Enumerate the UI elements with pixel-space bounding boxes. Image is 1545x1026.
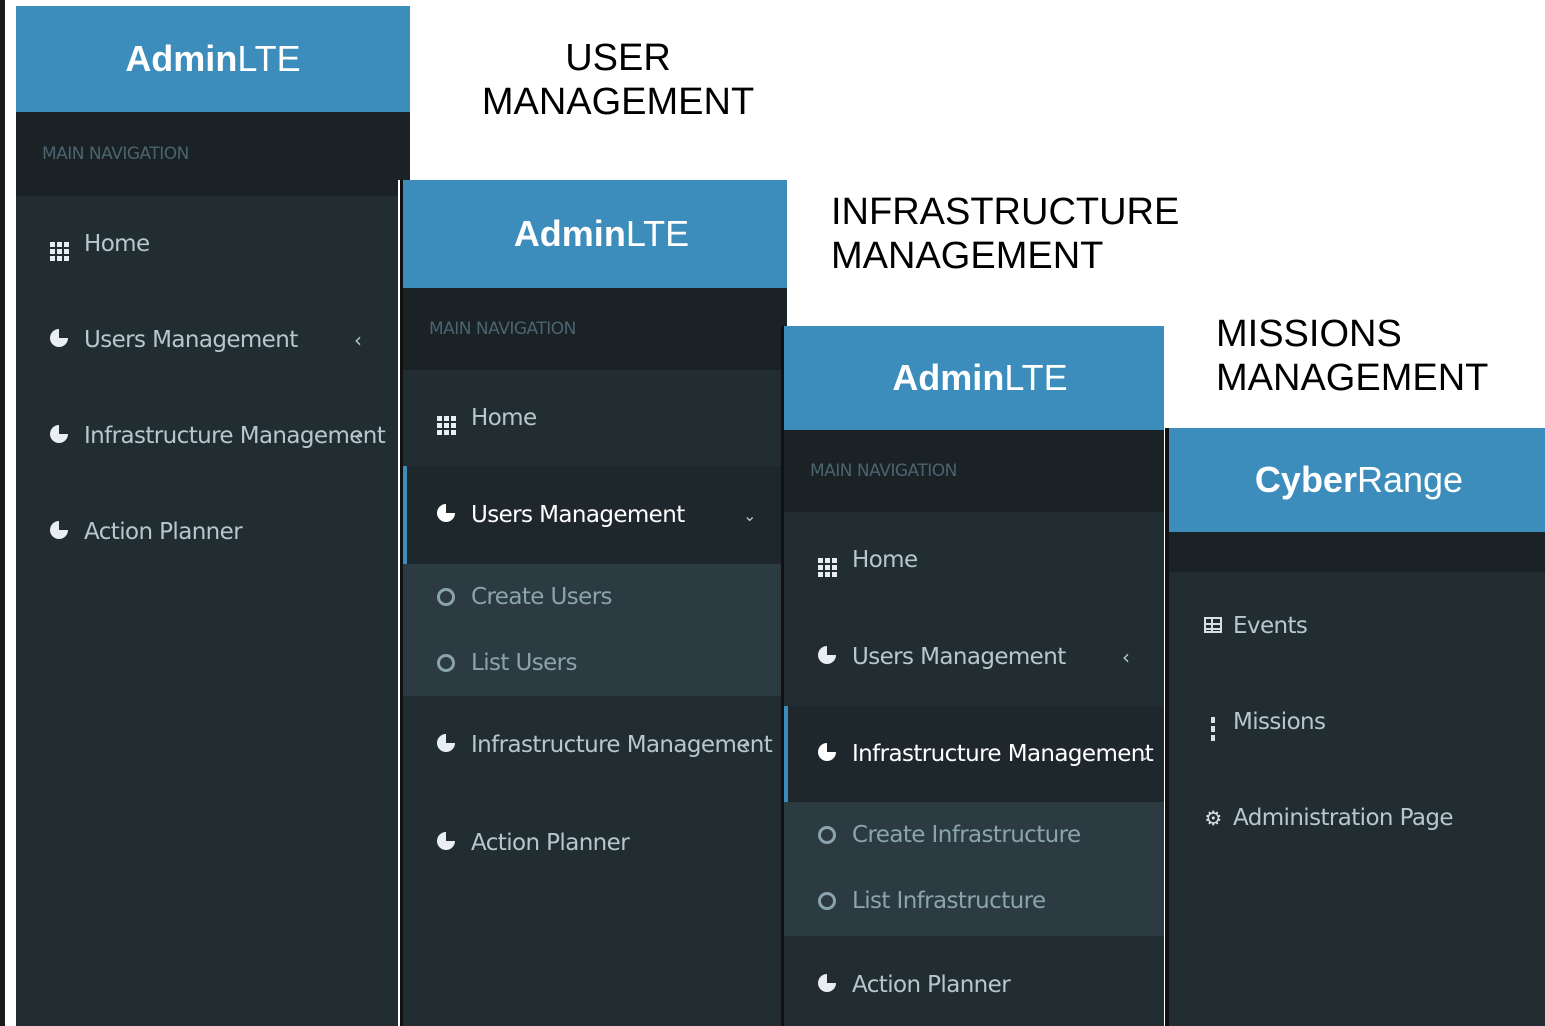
submenu-infrastructure: Create Infrastructure List Infrastructur… (784, 802, 1164, 936)
sidebar-item-label: Action Planner (471, 830, 630, 856)
table-icon (1203, 614, 1223, 639)
sidebar-panel-2: Admin LTE MAIN NAVIGATION Home Users Mana… (400, 180, 787, 1026)
pie-chart-icon (433, 831, 459, 856)
brand-logo[interactable]: Admin LTE (403, 180, 787, 288)
sidebar-item-users-management[interactable]: Users Management ‹ (784, 608, 1164, 706)
sidebar-item-home[interactable]: Home (403, 370, 787, 466)
caption-user-management: USER MANAGEMENT (458, 36, 778, 124)
gears-icon: ⚙ (1204, 806, 1222, 830)
sidebar-item-label: Infrastructure Management (471, 732, 773, 758)
grid-icon (46, 228, 72, 261)
submenu-item-label: List Users (471, 650, 578, 676)
sidebar-item-label: Administration Page (1233, 805, 1454, 831)
sidebar-item-label: Users Management (84, 327, 298, 353)
brand-bold: Admin (513, 213, 626, 254)
pie-chart-icon (433, 733, 459, 758)
circle-icon (818, 826, 836, 844)
sidebar-item-users-management[interactable]: Users Management ⌄ (403, 466, 787, 564)
chevron-left-icon: ‹ (1122, 645, 1130, 669)
grid-icon (433, 402, 459, 435)
pie-chart-icon (814, 742, 840, 767)
nav-header: MAIN NAVIGATION (403, 288, 787, 370)
caption-missions-management: MISSIONS MANAGEMENT (1216, 312, 1488, 400)
sidebar-item-label: Users Management (471, 502, 685, 528)
sidebar-item-label: Home (84, 231, 150, 257)
sidebar-item-label: Missions (1233, 709, 1326, 735)
sidebar-item-action-planner[interactable]: Action Planner (16, 484, 410, 580)
pie-chart-icon (814, 645, 840, 670)
sidebar-panel-4: Cyber Range Events Missions ⚙ Administrat… (1165, 428, 1545, 1026)
sidebar-item-home[interactable]: Home (16, 196, 410, 292)
sidebar-item-home[interactable]: Home (784, 512, 1164, 608)
submenu-users: Create Users List Users (403, 564, 787, 696)
sidebar-item-label: Home (852, 547, 918, 573)
sidebar-item-label: Action Planner (84, 519, 243, 545)
submenu-item-create-infrastructure[interactable]: Create Infrastructure (784, 802, 1164, 868)
submenu-item-label: List Infrastructure (852, 888, 1046, 914)
chevron-down-icon: ⌄ (1138, 744, 1151, 764)
circle-icon (437, 588, 455, 606)
pie-chart-icon (433, 503, 459, 528)
sidebar-item-administration-page[interactable]: ⚙ Administration Page (1169, 770, 1545, 866)
caption-line: INFRASTRUCTURE (831, 191, 1180, 233)
sidebar-item-events[interactable]: Events (1169, 578, 1545, 674)
submenu-item-list-infrastructure[interactable]: List Infrastructure (784, 868, 1164, 934)
sidebar-item-label: Users Management (852, 644, 1066, 670)
submenu-item-label: Create Users (471, 584, 613, 610)
caption-infrastructure-management: INFRASTRUCTURE MANAGEMENT (831, 190, 1179, 278)
brand-light: LTE (237, 38, 301, 79)
sidebar-item-label: Infrastructure Management (84, 423, 386, 449)
chevron-left-icon: ‹ (354, 328, 362, 352)
circle-icon (437, 654, 455, 672)
submenu-item-list-users[interactable]: List Users (403, 630, 787, 696)
pie-chart-icon (46, 424, 72, 449)
caption-line: MISSIONS (1216, 313, 1402, 355)
sidebar-item-label: Home (471, 405, 537, 431)
brand-bold: Admin (892, 357, 1005, 398)
sidebar-item-label: Infrastructure Management (852, 741, 1154, 767)
caption-line: MANAGEMENT (481, 81, 755, 123)
submenu-item-create-users[interactable]: Create Users (403, 564, 787, 630)
sidebar-item-infrastructure-management[interactable]: Infrastructure Management ‹ (16, 388, 410, 484)
brand-logo[interactable]: Cyber Range (1169, 428, 1545, 532)
sidebar-item-users-management[interactable]: Users Management ‹ (16, 292, 410, 388)
sidebar-item-missions[interactable]: Missions (1169, 674, 1545, 770)
pie-chart-icon (46, 328, 72, 353)
sidebar-item-label: Events (1233, 613, 1308, 639)
brand-bold: Admin (125, 38, 238, 79)
circle-icon (818, 892, 836, 910)
pie-chart-icon (46, 520, 72, 545)
sidebar-item-action-planner[interactable]: Action Planner (403, 794, 787, 892)
brand-bold: Cyber (1254, 459, 1357, 500)
brand-light: LTE (625, 213, 690, 254)
chevron-left-icon: ‹ (741, 733, 749, 757)
nav-header (1169, 532, 1545, 572)
grid-icon (814, 544, 840, 577)
nav-header: MAIN NAVIGATION (16, 112, 410, 196)
window-edge (0, 0, 5, 1026)
brand-light: LTE (1004, 357, 1068, 398)
brand-light: Range (1356, 459, 1464, 500)
submenu-item-label: Create Infrastructure (852, 822, 1081, 848)
sidebar-panel-3: Admin LTE MAIN NAVIGATION Home Users Mana… (781, 326, 1164, 1026)
sidebar-item-infrastructure-management[interactable]: Infrastructure Management ‹ (403, 696, 787, 794)
sidebar-item-label: Action Planner (852, 972, 1011, 998)
brand-logo[interactable]: Admin LTE (16, 6, 410, 112)
caption-line: MANAGEMENT (831, 235, 1104, 277)
brand-logo[interactable]: Admin LTE (784, 326, 1164, 430)
caption-line: USER (565, 37, 671, 79)
sidebar-item-infrastructure-management[interactable]: Infrastructure Management ⌄ (784, 706, 1164, 802)
pie-chart-icon (814, 973, 840, 998)
chevron-left-icon: ‹ (354, 424, 362, 448)
sidebar-panel-1: Admin LTE MAIN NAVIGATION Home Users Mana… (16, 6, 410, 1026)
chevron-down-icon: ⌄ (743, 505, 756, 525)
vertical-dots-icon (1203, 704, 1223, 741)
nav-header: MAIN NAVIGATION (784, 430, 1164, 512)
sidebar-item-action-planner[interactable]: Action Planner (784, 936, 1164, 1026)
caption-line: MANAGEMENT (1216, 357, 1489, 399)
